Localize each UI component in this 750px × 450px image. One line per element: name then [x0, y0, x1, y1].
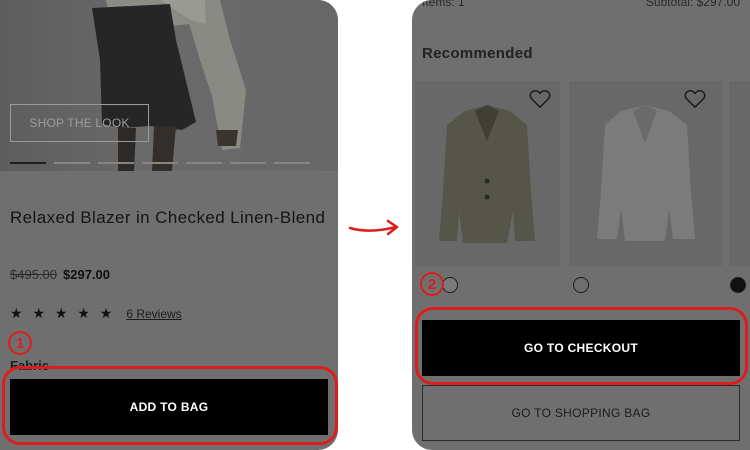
color-swatch[interactable] [573, 277, 589, 293]
carousel-dot[interactable] [10, 162, 46, 164]
carousel-dot[interactable] [142, 162, 178, 164]
product-hero-image: SHOP THE LOOK [0, 0, 338, 171]
arrow-icon [348, 219, 399, 236]
carousel-dot[interactable] [230, 162, 266, 164]
star-icon: ★ ★ ★ ★ ★ [10, 305, 116, 321]
image-carousel-indicator[interactable] [10, 162, 310, 164]
recommended-heading: Recommended [422, 45, 533, 62]
color-swatch[interactable] [442, 277, 458, 293]
shop-the-look-button[interactable]: SHOP THE LOOK [10, 104, 149, 142]
recommended-product-card[interactable] [729, 81, 750, 266]
model-image [88, 0, 246, 171]
price-row: $495.00 $297.00 [10, 267, 110, 282]
recommended-product-card[interactable] [415, 81, 560, 266]
original-price: $495.00 [10, 267, 57, 282]
carousel-dot[interactable] [54, 162, 90, 164]
rating-row: ★ ★ ★ ★ ★ 6 Reviews [10, 305, 182, 322]
white-blazer-image [597, 105, 695, 241]
carousel-dot[interactable] [186, 162, 222, 164]
go-to-shopping-bag-button[interactable]: GO TO SHOPPING BAG [422, 385, 740, 441]
product-title: Relaxed Blazer in Checked Linen-Blend [10, 208, 326, 227]
color-swatch[interactable] [730, 277, 746, 293]
step-1-badge: 1 [8, 331, 32, 355]
step-2-badge: 2 [420, 272, 444, 296]
bag-summary: Items: 1 Subtotal: $297.00 [422, 0, 740, 9]
subtotal: Subtotal: $297.00 [645, 0, 740, 9]
step-2-highlight [415, 307, 748, 385]
carousel-dot[interactable] [274, 162, 310, 164]
olive-blazer-image [439, 105, 535, 243]
carousel-dot[interactable] [98, 162, 134, 164]
step-1-highlight [2, 366, 338, 445]
sale-price: $297.00 [63, 267, 110, 282]
recommended-product-card[interactable] [569, 81, 722, 266]
reviews-link[interactable]: 6 Reviews [126, 307, 181, 321]
items-count: Items: 1 [422, 0, 465, 9]
